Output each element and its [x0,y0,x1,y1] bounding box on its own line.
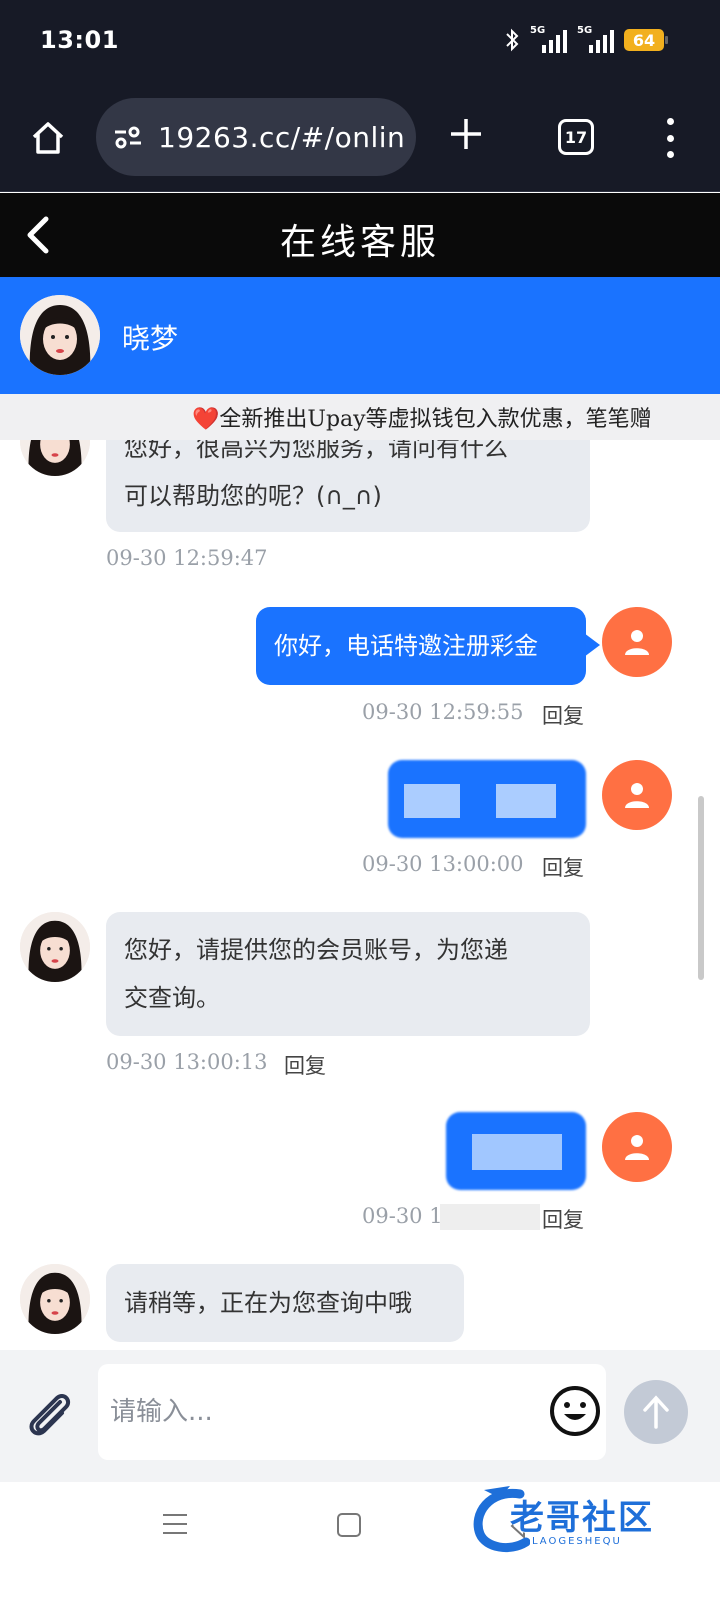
agent-avatar [20,912,90,982]
message-text: 您好，请提供您的会员账号，为您递 [124,936,508,964]
bluetooth-icon [504,27,520,53]
agent-message: 您好，请提供您的会员账号，为您递 交查询。 [106,912,590,1036]
user-avatar [602,760,672,830]
message-time: 09-30 13:00:00 [362,852,524,876]
agent-message: 请稍等，正在为您查询中哦 [106,1264,464,1342]
user-avatar [602,1112,672,1182]
network-type: 5G [530,25,546,36]
system-nav-bar: 老哥社区 LAOGESHEQU [0,1482,720,1604]
tune-icon[interactable] [112,121,144,153]
url-bar[interactable]: 19263.cc/#/onlin [96,98,416,176]
watermark-logo: 老哥社区 LAOGESHEQU [470,1484,700,1564]
paperclip-icon[interactable] [22,1386,78,1442]
redaction-block [404,784,460,818]
recents-icon[interactable] [161,1512,189,1536]
announcement-label: 全新推出Upay等虚拟钱包入款优惠，笔笔赠 [219,407,652,432]
agent-avatar [20,1264,90,1334]
signal-icon: 5G [530,25,567,53]
redaction-block [440,1204,540,1230]
watermark-title: 老哥社区 [510,1498,654,1538]
smiley-icon[interactable] [548,1384,602,1438]
agent-avatar [20,440,90,476]
reply-button[interactable]: 回复 [542,700,584,730]
status-time: 13:01 [40,26,119,54]
agent-name: 晓梦 [122,322,179,355]
user-avatar [602,607,672,677]
home-nav-icon[interactable] [337,1513,361,1537]
url-text: 19263.cc/#/onlin [158,120,406,154]
announcement-text: ❤️全新推出Upay等虚拟钱包入款优惠，笔笔赠 [192,401,652,433]
message-text: 可以帮助您的呢？(∩_∩) [124,482,382,510]
reply-button[interactable]: 回复 [542,1204,584,1234]
person-icon [625,783,649,808]
arrow-up-icon [643,1395,669,1429]
watermark-subtitle: LAOGESHEQU [532,1536,622,1547]
browser-toolbar: 19263.cc/#/onlin 17 [0,84,720,192]
message-time: 09-30 12:59:55 [362,700,524,724]
battery-indicator: 64 [624,29,668,51]
plus-icon[interactable] [446,114,486,154]
message-text: 您好，很高兴为您服务，请问有什么 [124,440,508,462]
scrollbar[interactable] [698,796,704,980]
page-title: 在线客服 [279,222,440,263]
person-icon [625,1135,649,1160]
signal-icon-2: 5G [577,25,614,53]
agent-header: 晓梦 [0,277,720,394]
network-type-2: 5G [577,25,593,36]
chat-messages[interactable]: 您好，很高兴为您服务，请问有什么 可以帮助您的呢？(∩_∩) 09-30 12:… [0,440,720,1350]
home-icon[interactable] [28,118,68,158]
message-time: 09-30 13:00:13 [106,1050,268,1074]
more-vertical-icon[interactable] [664,118,676,158]
status-icons: 5G 5G 64 [504,25,668,54]
heart-icon: ❤️ [192,407,220,432]
user-message: 你好，电话特邀注册彩金 [256,607,600,685]
announcement-marquee: ❤️全新推出Upay等虚拟钱包入款优惠，笔笔赠 [0,394,720,440]
reply-button[interactable]: 回复 [542,852,584,882]
redaction-block [496,784,556,818]
input-bar [0,1350,720,1482]
message-time: 09-30 12:59:47 [106,546,268,570]
message-input[interactable] [98,1364,606,1460]
agent-avatar [20,295,100,375]
message-time: 09-30 1 [362,1204,443,1228]
reply-button[interactable]: 回复 [284,1050,326,1080]
redaction-block [472,1134,562,1170]
status-bar: 13:01 5G 5G 64 [0,0,720,84]
agent-message: 您好，很高兴为您服务，请问有什么 可以帮助您的呢？(∩_∩) [106,440,590,532]
page-header: 在线客服 [0,193,720,277]
message-text: 交查询。 [124,984,220,1012]
person-icon [625,630,649,655]
tabs-button[interactable]: 17 [558,119,594,155]
send-button[interactable] [624,1380,688,1444]
message-text: 请稍等，正在为您查询中哦 [124,1289,412,1317]
